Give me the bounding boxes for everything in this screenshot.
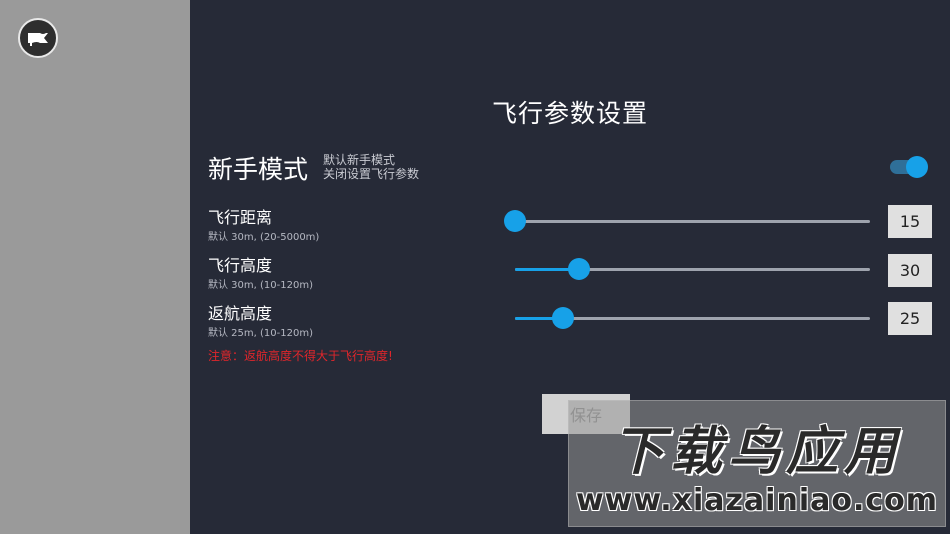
toggle-thumb	[906, 156, 928, 178]
flight-height-label: 飞行高度	[208, 256, 273, 275]
novice-mode-label: 新手模式	[208, 155, 309, 184]
return-height-hint: 默认 25m, (10-120m)	[208, 328, 313, 339]
novice-desc-line2: 关闭设置飞行参数	[323, 167, 420, 181]
back-button[interactable]	[18, 18, 58, 58]
slider-knob[interactable]	[567, 258, 590, 280]
flight-distance-value[interactable]: 15	[888, 205, 932, 238]
flight-height-slider[interactable]	[515, 257, 870, 281]
return-height-slider[interactable]	[515, 306, 870, 330]
left-panel	[0, 0, 190, 534]
novice-mode-toggle[interactable]	[890, 156, 930, 180]
flight-height-value[interactable]: 30	[888, 254, 932, 287]
slider-rail	[515, 220, 870, 223]
novice-mode-description: 默认新手模式 关闭设置飞行参数	[323, 153, 419, 181]
watermark-url: www.xiazainiao.com	[575, 483, 939, 518]
flight-distance-hint: 默认 30m, (20-5000m)	[208, 232, 320, 243]
flight-distance-label: 飞行距离	[208, 208, 273, 227]
watermark-title: 下载鸟应用	[611, 422, 902, 482]
slider-knob[interactable]	[504, 210, 526, 232]
warning-text: 注意：返航高度不得大于飞行高度!	[208, 349, 393, 363]
page-title: 飞行参数设置	[491, 99, 648, 128]
flag-icon	[28, 33, 48, 46]
flight-distance-slider[interactable]	[504, 209, 870, 233]
novice-desc-line1: 默认新手模式	[323, 153, 396, 167]
return-height-value[interactable]: 25	[888, 302, 932, 335]
return-height-label: 返航高度	[208, 304, 273, 323]
slider-knob[interactable]	[551, 307, 574, 329]
flight-height-hint: 默认 30m, (10-120m)	[208, 280, 313, 291]
watermark: 下载鸟应用 www.xiazainiao.com	[568, 400, 946, 527]
